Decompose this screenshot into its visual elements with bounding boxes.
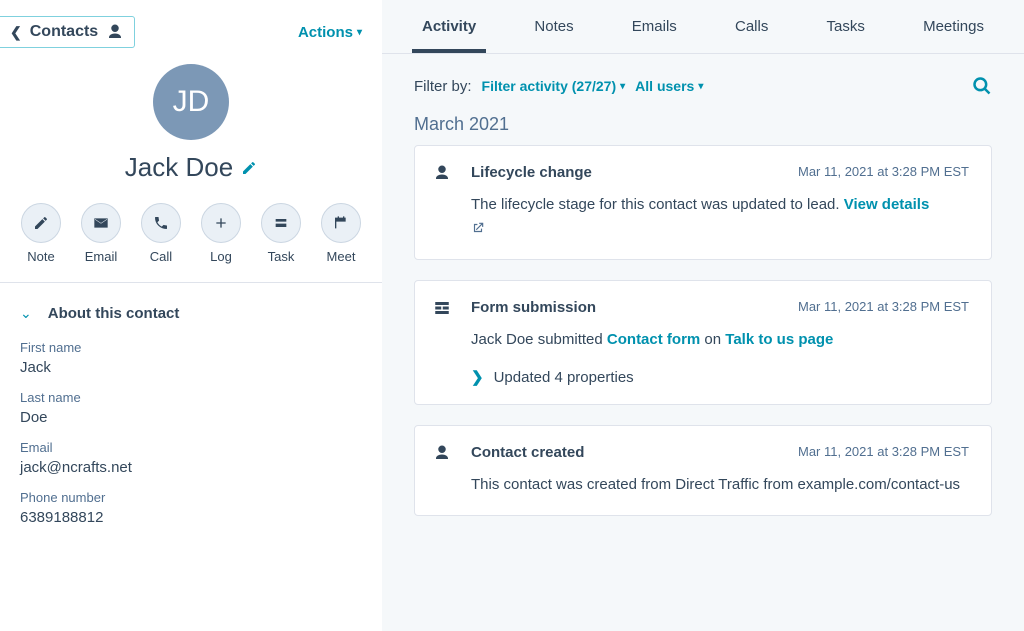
chevron-down-icon: ⌄ (20, 305, 32, 322)
card-date: Mar 11, 2021 at 3:28 PM EST (798, 444, 969, 459)
activity-card-lifecycle[interactable]: Lifecycle change Mar 11, 2021 at 3:28 PM… (414, 145, 992, 260)
card-body-text: The lifecycle stage for this contact was… (471, 193, 969, 241)
meet-action[interactable]: Meet (321, 203, 361, 264)
chevron-right-icon: ❯ (471, 368, 484, 386)
field-phone[interactable]: Phone number 6389188812 (0, 480, 382, 530)
timeline-month-header: March 2021 (382, 108, 1024, 145)
filter-activity-dropdown[interactable]: Filter activity (27/27) ▾ (482, 78, 626, 94)
email-action[interactable]: Email (81, 203, 121, 264)
call-action[interactable]: Call (141, 203, 181, 264)
tab-calls[interactable]: Calls (725, 0, 778, 53)
card-title: Form submission (471, 299, 596, 316)
card-title: Lifecycle change (471, 164, 592, 181)
avatar: JD (153, 64, 229, 140)
calendar-icon (333, 215, 349, 231)
filter-users-dropdown[interactable]: All users ▾ (635, 78, 703, 94)
external-link-icon[interactable] (471, 221, 485, 235)
form-icon (433, 299, 451, 317)
contact-name-row: Jack Doe (125, 152, 257, 183)
contact-form-link[interactable]: Contact form (607, 331, 700, 348)
field-label: First name (20, 340, 362, 355)
action-label: Log (210, 249, 232, 264)
on-text: on (700, 331, 725, 348)
caret-down-icon: ▾ (357, 27, 362, 38)
search-button[interactable] (972, 76, 992, 96)
pencil-icon[interactable] (241, 160, 257, 176)
plus-icon (213, 215, 229, 231)
card-date: Mar 11, 2021 at 3:28 PM EST (798, 164, 969, 179)
envelope-icon (93, 215, 109, 231)
action-label: Email (85, 249, 118, 264)
filter-left: Filter by: Filter activity (27/27) ▾ All… (414, 78, 703, 95)
person-icon (106, 23, 124, 41)
about-section-toggle[interactable]: ⌄ About this contact (0, 283, 382, 330)
tab-notes[interactable]: Notes (524, 0, 583, 53)
expand-properties-toggle[interactable]: ❯ Updated 4 properties (471, 368, 969, 386)
activity-card-form-submission[interactable]: Form submission Mar 11, 2021 at 3:28 PM … (414, 280, 992, 405)
back-to-contacts-button[interactable]: ❮ Contacts (0, 16, 135, 48)
right-panel: Activity Notes Emails Calls Tasks Meetin… (382, 0, 1024, 631)
chevron-left-icon: ❮ (10, 24, 22, 41)
tabs: Activity Notes Emails Calls Tasks Meetin… (382, 0, 1024, 54)
contact-hero: JD Jack Doe Note Email Call Log (0, 64, 382, 282)
card-date: Mar 11, 2021 at 3:28 PM EST (798, 299, 969, 314)
search-icon (972, 76, 992, 96)
card-body-text: Jack Doe submitted Contact form on Talk … (471, 328, 969, 352)
tab-emails[interactable]: Emails (622, 0, 687, 53)
field-value: 6389188812 (20, 509, 362, 526)
field-last-name[interactable]: Last name Doe (0, 380, 382, 430)
caret-down-icon: ▾ (620, 81, 625, 92)
tab-activity[interactable]: Activity (412, 0, 486, 53)
avatar-initials: JD (173, 85, 210, 119)
filter-row: Filter by: Filter activity (27/27) ▾ All… (382, 54, 1024, 108)
tab-meetings[interactable]: Meetings (913, 0, 994, 53)
page-link[interactable]: Talk to us page (725, 331, 833, 348)
contact-name: Jack Doe (125, 152, 233, 183)
view-details-link[interactable]: View details (844, 196, 930, 213)
note-icon (33, 215, 49, 231)
card-body-text: This contact was created from Direct Tra… (471, 473, 969, 497)
card-title: Contact created (471, 444, 584, 461)
task-icon (273, 215, 289, 231)
caret-down-icon: ▾ (698, 81, 703, 92)
phone-icon (153, 215, 169, 231)
back-label: Contacts (30, 23, 98, 41)
field-email[interactable]: Email jack@ncrafts.net (0, 430, 382, 480)
left-header: ❮ Contacts Actions ▾ (0, 0, 382, 64)
task-action[interactable]: Task (261, 203, 301, 264)
person-icon (433, 444, 451, 462)
left-panel: ❮ Contacts Actions ▾ JD Jack Doe Note Em… (0, 0, 382, 631)
log-action[interactable]: Log (201, 203, 241, 264)
field-first-name[interactable]: First name Jack (0, 330, 382, 380)
actions-label: Actions (298, 24, 353, 41)
field-value: jack@ncrafts.net (20, 459, 362, 476)
field-label: Phone number (20, 490, 362, 505)
hero-action-row: Note Email Call Log Task Meet (21, 203, 361, 264)
expand-text: Updated 4 properties (494, 369, 634, 386)
person-icon (433, 164, 451, 182)
about-title: About this contact (48, 305, 180, 322)
action-label: Meet (327, 249, 356, 264)
action-label: Note (27, 249, 54, 264)
tab-tasks[interactable]: Tasks (817, 0, 875, 53)
filter-by-label: Filter by: (414, 78, 472, 95)
action-label: Task (268, 249, 295, 264)
field-value: Doe (20, 409, 362, 426)
field-label: Last name (20, 390, 362, 405)
field-value: Jack (20, 359, 362, 376)
filter-users-text: All users (635, 78, 694, 94)
note-action[interactable]: Note (21, 203, 61, 264)
actions-dropdown[interactable]: Actions ▾ (298, 24, 362, 41)
submitter-text: Jack Doe submitted (471, 331, 607, 348)
lifecycle-text: The lifecycle stage for this contact was… (471, 196, 844, 213)
field-label: Email (20, 440, 362, 455)
action-label: Call (150, 249, 172, 264)
filter-activity-text: Filter activity (27/27) (482, 78, 617, 94)
activity-card-contact-created[interactable]: Contact created Mar 11, 2021 at 3:28 PM … (414, 425, 992, 516)
